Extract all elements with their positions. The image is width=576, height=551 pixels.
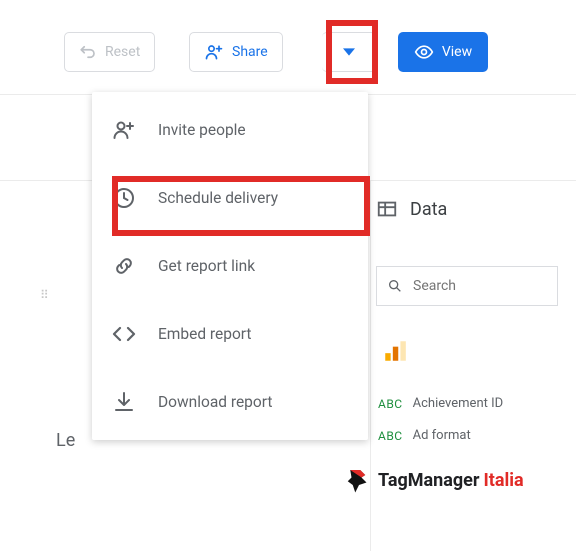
search-input[interactable] (411, 277, 576, 295)
view-label: View (442, 44, 472, 60)
person-add-icon (112, 118, 136, 142)
truncated-text: Le (56, 430, 75, 451)
table-icon (376, 198, 398, 220)
tagmanager-italia-logo: TagManagerItalia (344, 465, 524, 495)
search-icon (387, 278, 403, 294)
data-heading-text: Data (410, 199, 447, 220)
field-type-badge: ABC (378, 429, 403, 443)
chevron-down-icon (343, 46, 355, 58)
ga-logo-icon (382, 338, 408, 364)
share-dropdown-toggle[interactable] (322, 32, 376, 72)
download-icon (112, 390, 136, 414)
menu-item-label: Get report link (158, 257, 255, 275)
reset-button: Reset (64, 32, 155, 72)
field-label: Achievement ID (413, 396, 504, 411)
bird-icon (344, 465, 374, 495)
menu-item-label: Download report (158, 393, 272, 411)
eye-icon (414, 42, 434, 62)
field-label: Ad format (413, 428, 471, 443)
menu-item-label: Invite people (158, 121, 246, 139)
clock-icon (112, 186, 136, 210)
menu-item-download-report[interactable]: Download report (92, 368, 368, 436)
menu-item-invite-people[interactable]: Invite people (92, 96, 368, 164)
share-dropdown-menu: Invite people Schedule delivery Get repo… (92, 92, 368, 440)
person-add-icon (204, 42, 224, 62)
field-row[interactable]: ABC Ad format (378, 428, 471, 443)
drag-handle-icon[interactable]: ⠿ (40, 288, 51, 302)
field-row[interactable]: ABC Achievement ID (378, 396, 503, 411)
menu-item-get-report-link[interactable]: Get report link (92, 232, 368, 300)
divider-vertical (370, 180, 371, 551)
logo-text-prefix: TagManager (378, 470, 479, 491)
menu-item-embed-report[interactable]: Embed report (92, 300, 368, 368)
menu-item-label: Schedule delivery (158, 189, 278, 207)
code-icon (112, 322, 136, 346)
reset-label: Reset (105, 44, 140, 60)
undo-icon (79, 43, 97, 61)
field-type-badge: ABC (378, 397, 403, 411)
share-label: Share (232, 44, 268, 60)
data-panel-header: Data (376, 198, 447, 220)
share-button[interactable]: Share (189, 32, 283, 72)
menu-item-schedule-delivery[interactable]: Schedule delivery (92, 164, 368, 232)
link-icon (112, 254, 136, 278)
view-button[interactable]: View (398, 32, 488, 72)
logo-text-suffix: Italia (483, 470, 523, 491)
search-input-wrapper[interactable] (376, 266, 558, 306)
menu-item-label: Embed report (158, 325, 251, 343)
